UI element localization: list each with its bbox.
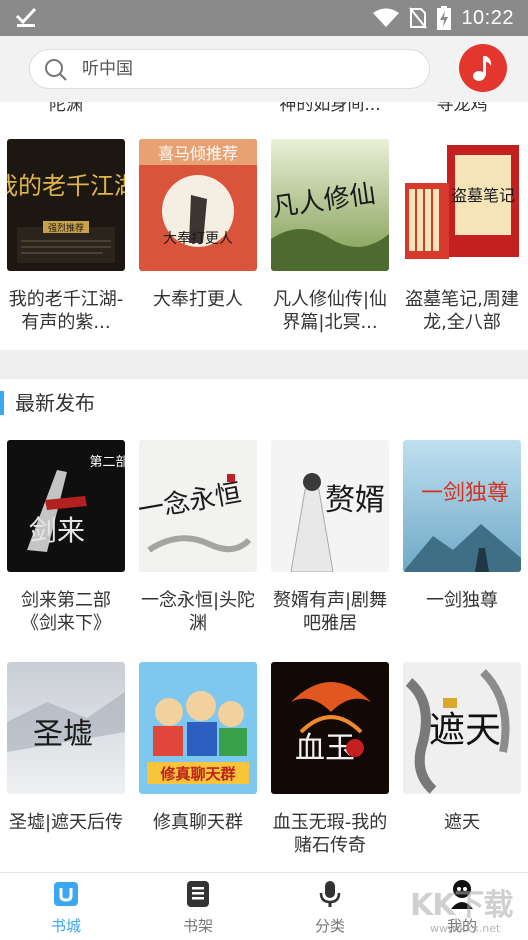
book-card[interactable]: 一念永恒 一念永恒|头陀渊 [139,440,257,635]
book-title: 修真聊天群 [153,812,243,833]
cover-title: 修真聊天群 [159,765,235,783]
search-icon [45,59,67,81]
book-card[interactable]: 盗墓笔记 盗墓笔记,周建龙,全八部 [403,139,521,334]
book-cover: 圣墟 [7,662,125,794]
bookstore-icon [54,882,78,906]
book-title: 一念永恒|头陀渊 [140,590,256,634]
watermark-logo: KK下载 [410,888,513,923]
book-card[interactable]: 喜马倾推荐 大奉打更人 大奉打更人 [139,139,257,334]
book-title: 一剑独尊 [426,590,498,611]
book-card[interactable]: 圣墟 圣墟|遮天后传 [7,662,125,857]
wifi-icon [373,8,400,27]
cover-title: 我的老千江湖 [7,172,125,200]
book-cover: 一念永恒 [139,440,257,572]
music-note-icon [473,56,492,81]
book-cover: 修真聊天群 [139,662,257,794]
book-cover: 盗墓笔记 [403,139,521,271]
cover-badge: 强烈推荐 [48,222,84,234]
book-card[interactable]: 遮天 遮天 [403,662,521,857]
cut-off-title-row: 陀渊 神的如身间... 寻龙鸡 [0,102,528,115]
section-divider [0,350,528,379]
cover-title: 赘婿 [325,483,385,518]
tab-bookstore[interactable]: 书城 [0,873,132,940]
status-bar: 10:22 [0,0,528,36]
battery-charging-icon [437,6,452,30]
book-cover: 赘婿 [271,440,389,572]
header [0,36,528,102]
book-title: 寻龙鸡 [436,102,488,115]
book-cover: 我的老千江湖 强烈推荐 [7,139,125,271]
music-player-button[interactable] [459,44,507,92]
cover-title: 盗墓笔记 [451,186,515,205]
bookshelf-icon [187,881,209,907]
book-title: 凡人修仙传|仙界篇|北冥... [272,289,388,333]
book-card[interactable]: 修真聊天群 修真聊天群 [139,662,257,857]
book-title: 赘婿有声|剧舞吧雅居 [272,590,388,634]
cover-title: 血玉 [295,731,355,766]
book-cover: 喜马倾推荐 大奉打更人 [139,139,257,271]
status-time: 10:22 [461,6,514,29]
tab-label: 分类 [314,917,345,935]
book-card[interactable]: 血玉 血玉无瑕-我的赌石传奇 [271,662,389,857]
book-cover: 剑来 第二部 [7,440,125,572]
no-sim-icon [409,7,428,29]
tab-bookshelf[interactable]: 书架 [132,873,264,940]
cover-title: 遮天 [429,710,501,751]
section-title: 最新发布 [15,391,95,415]
book-title: 陀渊 [49,102,83,115]
download-done-icon [15,7,37,27]
book-title: 我的老千江湖-有声的紫... [8,289,124,333]
book-title: 大奉打更人 [153,289,243,310]
cover-subtitle: 第二部 [89,455,125,470]
section-accent-bar [0,391,4,415]
book-title: 血玉无瑕-我的赌石传奇 [272,812,388,856]
book-cover: 遮天 [403,662,521,794]
section-header: 最新发布 [0,379,528,429]
book-title: 遮天 [444,812,480,833]
tab-label: 书架 [182,917,213,935]
book-card[interactable]: 一剑独尊 一剑独尊 [403,440,521,635]
tab-category[interactable]: 分类 [264,873,396,940]
book-title: 神的如身间... [279,102,381,115]
cover-title: 大奉打更人 [163,230,233,247]
book-title: 圣墟|遮天后传 [8,812,124,833]
book-cover: 一剑独尊 [403,440,521,572]
book-title: 剑来第二部《剑来下》 [21,590,111,634]
book-cover: 血玉 [271,662,389,794]
tab-label: 书城 [50,917,81,935]
book-cover: 凡人修仙 [271,139,389,271]
cover-title: 圣墟 [33,717,93,752]
cover-title: 剑来 [29,514,85,547]
cover-title: 一剑独尊 [421,481,509,506]
cover-badge: 喜马倾推荐 [158,144,238,163]
book-title: 盗墓笔记,周建龙,全八部 [405,289,519,333]
search-box[interactable] [29,49,430,89]
search-input[interactable] [82,50,412,88]
microphone-icon [319,881,341,907]
book-feed[interactable]: 陀渊 神的如身间... 寻龙鸡 我的老千江湖 强烈推荐 我的老千江湖-有声的紫.… [0,102,528,872]
book-card[interactable]: 赘婿 赘婿有声|剧舞吧雅居 [271,440,389,635]
book-card[interactable]: 我的老千江湖 强烈推荐 我的老千江湖-有声的紫... [7,139,125,334]
watermark-url: www.kkx.net [430,922,501,935]
book-card[interactable]: 凡人修仙 凡人修仙传|仙界篇|北冥... [271,139,389,334]
book-card[interactable]: 剑来 第二部 剑来第二部《剑来下》 [7,440,125,635]
